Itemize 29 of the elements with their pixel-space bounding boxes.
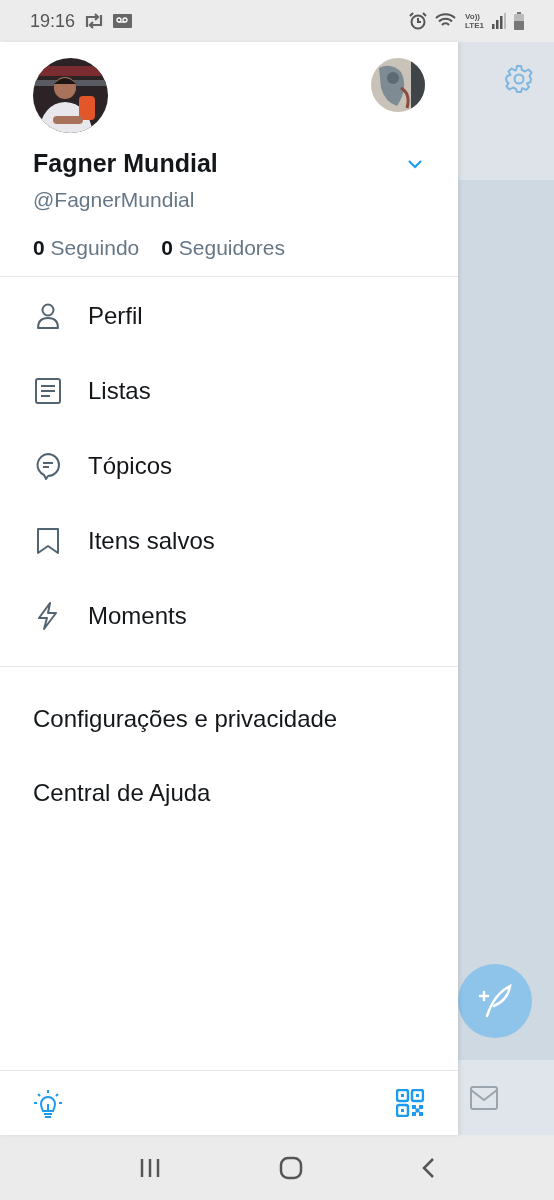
settings-icon [504, 64, 534, 94]
signal-icon [492, 13, 506, 29]
menu-item[interactable]: Central de Ajuda [0, 756, 211, 830]
speech-bubble-icon [34, 451, 62, 480]
clock: 19:16 [30, 10, 76, 32]
chevron-down-icon[interactable] [407, 158, 423, 169]
follow-count-link[interactable]: 0 Seguidores [161, 236, 286, 260]
alarm-icon [409, 12, 428, 30]
follow-count-link[interactable]: 0 Seguindo [33, 236, 140, 260]
menu-item[interactable]: Moments [0, 578, 458, 653]
network-type: Vo)) LTE1 [465, 12, 484, 30]
voicemail-icon [113, 13, 134, 29]
menu-item[interactable]: Itens salvos [0, 503, 458, 578]
bookmark-icon [34, 526, 62, 555]
home-icon[interactable] [279, 1155, 303, 1180]
battery-icon [514, 12, 524, 30]
menu-item[interactable]: Listas [0, 353, 458, 428]
person-icon [34, 301, 62, 330]
mail-icon [470, 1085, 498, 1110]
menu-item[interactable]: Tópicos [0, 428, 458, 503]
profile-name: Fagner Mundial [33, 149, 218, 178]
menu-item[interactable]: Configurações e privacidade [0, 682, 338, 756]
menu-item[interactable]: Perfil [0, 278, 458, 353]
qr-code-icon[interactable] [396, 1089, 424, 1117]
recent-apps-icon[interactable] [139, 1157, 161, 1178]
back-icon[interactable] [421, 1156, 435, 1179]
lightbulb-icon[interactable] [32, 1087, 64, 1119]
profile-handle: @FagnerMundial [33, 188, 195, 212]
list-icon [34, 376, 62, 405]
